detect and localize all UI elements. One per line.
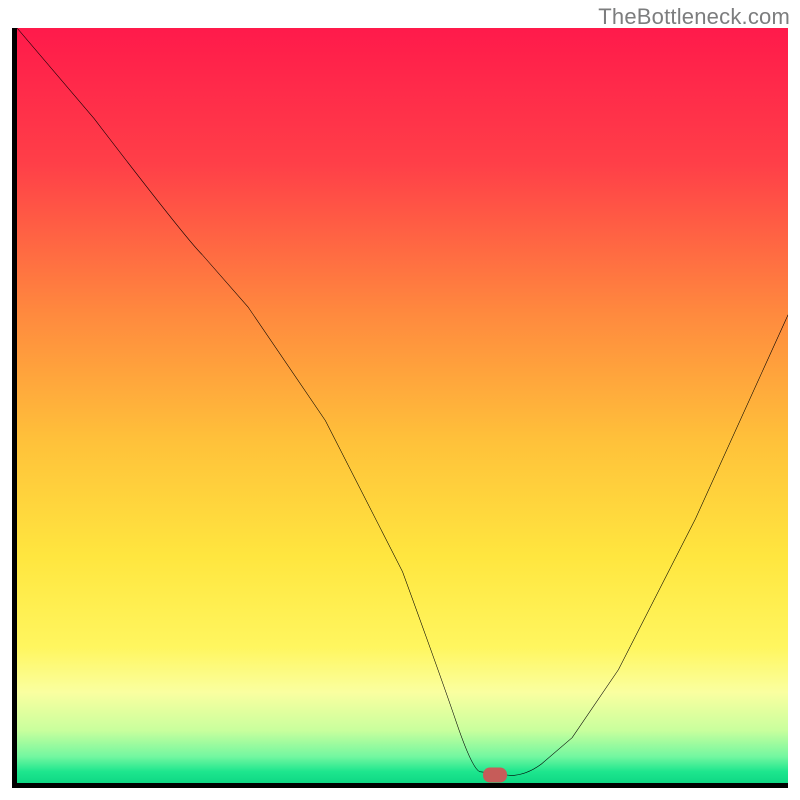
bottleneck-chart: TheBottleneck.com	[0, 0, 800, 800]
background-gradient	[17, 28, 788, 783]
bottleneck-marker	[483, 768, 507, 783]
watermark-text: TheBottleneck.com	[598, 4, 790, 30]
plot-area	[12, 28, 788, 788]
